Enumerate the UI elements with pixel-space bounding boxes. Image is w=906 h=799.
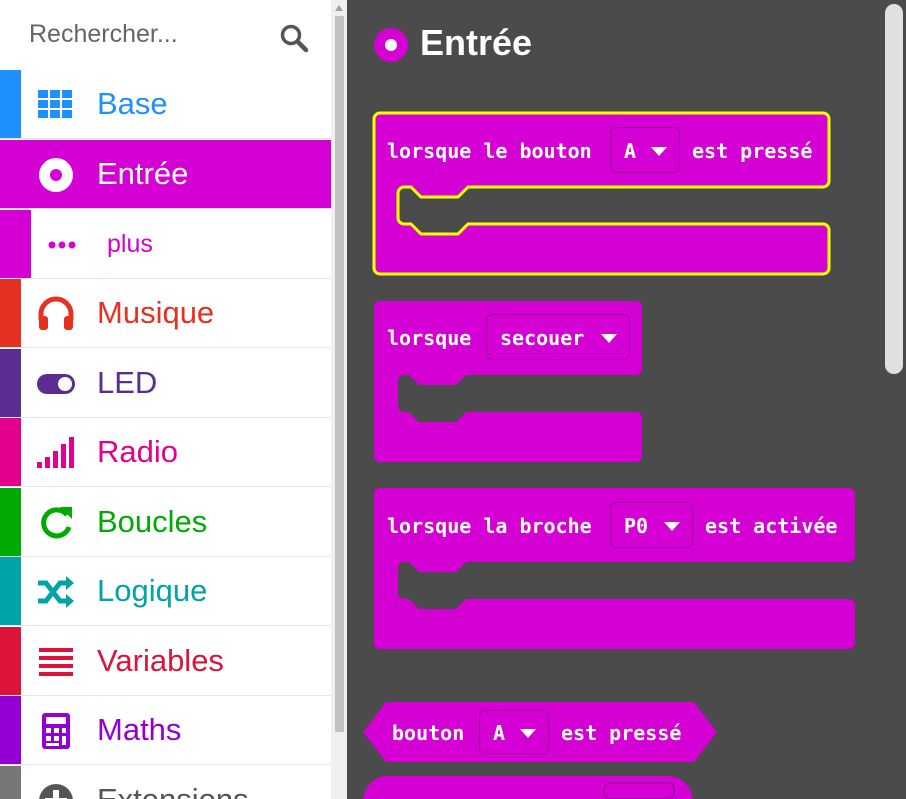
category-base[interactable]: Base [0,70,331,139]
category-color-strip [0,279,21,347]
category-label: Maths [97,712,182,747]
toolbox-scrollbar-thumb[interactable] [335,16,344,732]
category-label: LED [97,365,158,400]
flyout-title: Entrée [420,22,533,63]
category-color-strip [0,349,21,417]
block-text: bouton [392,721,465,745]
refresh-icon [41,507,72,539]
search-bar[interactable]: Rechercher... [0,0,331,70]
chevron-down-icon [664,522,680,531]
dropdown-value: A [493,721,506,745]
category-label: Extensions [97,782,249,799]
block-text: lorsque la broche [387,514,592,538]
category-color-strip [0,418,21,486]
button-dropdown[interactable]: A [610,127,680,173]
category-loops[interactable]: Boucles [0,488,331,557]
category-label: Logique [97,573,208,608]
category-label: Variables [97,643,224,678]
block-text: lorsque le bouton [387,139,592,163]
chevron-down-icon [601,334,617,343]
category-input-more[interactable]: plus [0,210,331,279]
dropdown-value: secouer [500,326,585,350]
category-led[interactable]: LED [0,349,331,418]
block-text: est activée [705,514,838,538]
flyout-scrollbar-thumb[interactable] [885,4,903,374]
category-variables[interactable]: Variables [0,627,331,696]
chevron-down-icon [651,147,667,156]
category-label: Radio [97,434,178,469]
gesture-dropdown[interactable]: secouer [486,314,630,360]
category-label: Entrée [97,156,189,191]
calculator-icon [42,713,70,749]
category-color-strip [0,766,21,799]
category-color-strip [0,557,21,625]
scroll-up-arrow-icon[interactable] [334,4,344,12]
category-label: Base [97,86,168,121]
shuffle-icon [38,576,74,608]
toolbox-sidebar: Rechercher... Base Entrée plus Musique L… [0,0,331,799]
category-music[interactable]: Musique [0,279,331,348]
category-color-strip [0,210,31,278]
category-color-strip [0,488,21,556]
block-text: lorsque [387,326,472,350]
category-input[interactable]: Entrée [0,140,331,209]
button-dropdown[interactable]: A [479,710,549,754]
category-color-strip [0,627,21,695]
record-icon [39,158,73,192]
category-label: Boucles [97,504,208,539]
headphones-icon [38,296,74,330]
block-text: est pressé [692,139,813,163]
category-extensions[interactable]: Extensions [0,766,331,799]
category-label: plus [107,230,153,258]
search-input[interactable]: Rechercher... [29,20,178,49]
category-color-strip [0,696,21,764]
category-math[interactable]: Maths [0,696,331,765]
block-partial[interactable] [363,776,693,799]
pin-dropdown[interactable]: P0 [610,502,693,548]
category-label: Musique [97,295,215,330]
block-text: est pressé [561,721,682,745]
toggle-icon [37,374,75,394]
category-radio[interactable]: Radio [0,418,331,487]
plus-circle-icon [39,784,73,799]
grid-icon [38,90,72,118]
list-icon [39,648,73,676]
dropdown-value: P0 [624,514,649,538]
category-logic[interactable]: Logique [0,557,331,626]
category-color-strip [0,70,21,138]
block-button-pressed[interactable] [374,113,830,275]
chevron-down-icon [520,729,536,738]
dropdown-value: A [624,139,637,163]
signal-icon [37,437,74,468]
more-icon [48,241,76,249]
search-icon[interactable] [279,23,309,53]
record-icon [374,28,408,62]
